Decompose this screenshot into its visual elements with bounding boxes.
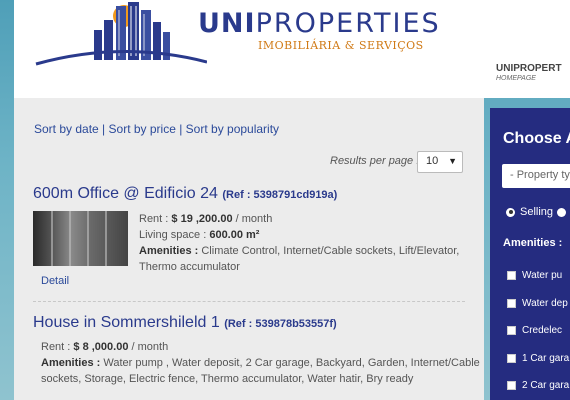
amenity-checkbox-row[interactable]: Water dep [507,298,568,309]
filter-title: Choose A [503,130,570,147]
listing-amenities: Amenities : Climate Control, Internet/Ca… [139,245,460,273]
listing-details: Rent : $ 8 ,000.00 / month Amenities : W… [41,339,481,387]
search-filter-panel: Choose A - Property ty Selling Amenities… [490,108,570,400]
top-nav-homepage[interactable]: UNIPROPERT HOMEPAGE [496,63,562,82]
selling-label: Selling [520,206,554,218]
amenity-checkbox-row[interactable]: 2 Car gara [507,380,569,391]
listing-title[interactable]: 600m Office @ Edificio 24 (Ref : 5398791… [33,185,337,203]
top-nav-sublabel: HOMEPAGE [496,75,536,82]
listing-living-space: Living space : 600.00 m² [139,229,260,241]
sort-bar: Sort by date | Sort by price | Sort by p… [34,122,280,136]
listing-ref: (Ref : 539878b53557f) [224,318,337,330]
checkbox-icon[interactable] [507,298,516,308]
checkbox-icon[interactable] [507,270,516,280]
logo-skyline-icon [35,2,207,66]
renting-radio[interactable] [557,207,567,217]
listing-title[interactable]: House in Sommershileld 1 (Ref : 539878b5… [33,314,337,332]
checkbox-icon[interactable] [507,380,516,390]
top-nav-label: UNIPROPERT [496,63,562,74]
brand-name: UNIPROPERTIES [198,8,441,39]
listing-rent: Rent : $ 8 ,000.00 / month [41,341,169,353]
sort-by-popularity-link[interactable]: Sort by popularity [186,122,279,136]
listing-divider [33,301,465,302]
listing-rent: Rent : $ 19 ,200.00 / month [139,213,273,225]
listing-details: Rent : $ 19 ,200.00 / month Living space… [139,211,479,275]
listings-panel: Sort by date | Sort by price | Sort by p… [14,98,484,400]
sort-by-date-link[interactable]: Sort by date [34,122,99,136]
amenity-checkbox-row[interactable]: Water pu [507,270,562,281]
results-per-page-value: 10 [426,155,439,167]
results-per-page-select[interactable]: 10 ▼ [417,151,463,173]
results-per-page-label: Results per page : [330,155,420,167]
selling-radio[interactable] [506,207,515,217]
chevron-down-icon: ▼ [448,156,457,166]
property-type-select[interactable]: - Property ty [502,164,570,188]
mode-radio-group: Selling [506,206,570,218]
listing-thumbnail[interactable] [33,211,128,266]
site-logo[interactable]: UNIPROPERTIES IMOBILIÁRIA & SERVIÇOS [22,0,452,70]
amenity-checkbox-row[interactable]: Credelec [507,325,562,336]
brand-tagline: IMOBILIÁRIA & SERVIÇOS [258,39,424,52]
checkbox-icon[interactable] [507,353,516,363]
sort-by-price-link[interactable]: Sort by price [109,122,176,136]
listing-amenities: Amenities : Water pump , Water deposit, … [41,357,480,385]
amenity-checkbox-row[interactable]: 1 Car gara [507,353,569,364]
filter-amenities-label: Amenities : [503,237,563,249]
checkbox-icon[interactable] [507,325,516,335]
listing-detail-link[interactable]: Detail [41,275,69,287]
listing-ref: (Ref : 5398791cd919a) [222,189,338,201]
